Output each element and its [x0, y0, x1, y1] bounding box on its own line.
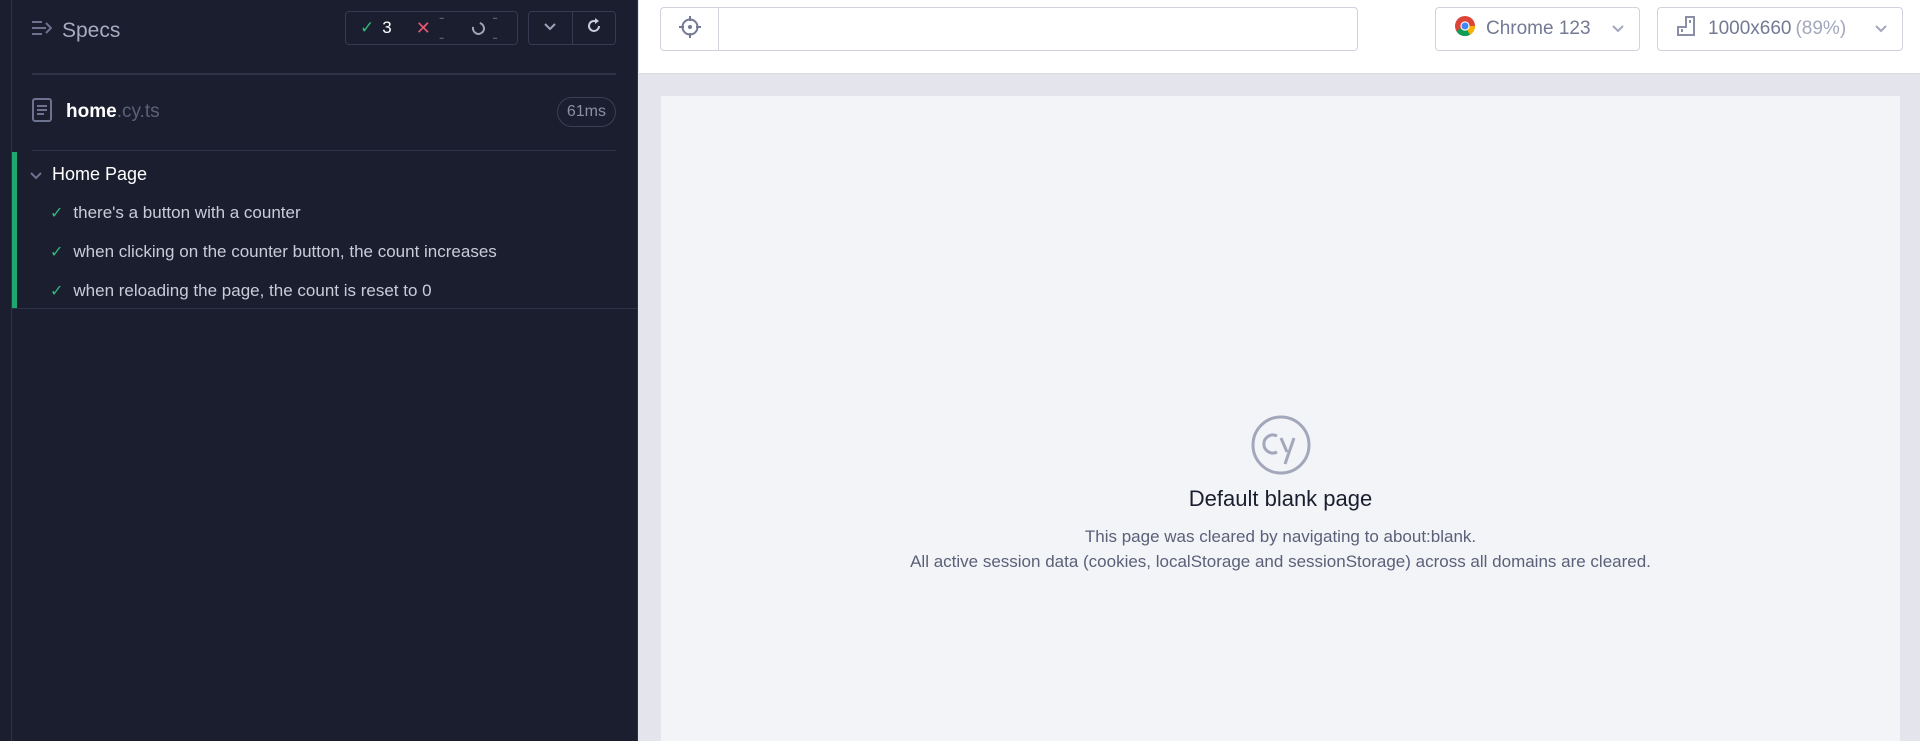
chevron-down-icon — [30, 164, 42, 185]
app-under-test-frame: Default blank page This page was cleared… — [661, 96, 1900, 741]
reporter-header: Specs ✓ 3 ✕ -- -- — [32, 0, 616, 62]
suite-title-row[interactable]: Home Page — [30, 160, 147, 188]
test-row[interactable]: ✓ there's a button with a counter — [50, 199, 301, 227]
viewport-scale: (89%) — [1795, 18, 1847, 39]
rerun-button[interactable] — [571, 12, 616, 44]
cypress-logo-icon — [1250, 414, 1312, 476]
crosshair-icon — [678, 15, 701, 43]
browser-selector[interactable]: Chrome 123 — [1435, 7, 1640, 51]
file-divider — [32, 150, 616, 151]
test-stats: ✓ 3 ✕ -- -- — [345, 8, 518, 47]
specs-list-icon — [32, 19, 53, 43]
chevron-down-icon — [1611, 18, 1625, 40]
blank-page-title: Default blank page — [1188, 486, 1373, 511]
selector-playground-button[interactable] — [661, 8, 719, 50]
suite-title: Home Page — [52, 163, 148, 184]
url-bar — [660, 7, 1358, 51]
browser-label: Chrome 123 — [1486, 18, 1591, 39]
blank-page-line-1: This page was cleared by navigating to a… — [1084, 527, 1477, 546]
spec-file-name: home — [66, 101, 117, 122]
blank-page-line-2: All active session data (cookies, localS… — [910, 552, 1651, 571]
duration-badge: 61ms — [556, 97, 616, 127]
check-icon: ✓ — [50, 244, 64, 261]
blank-page-message: Default blank page This page was cleared… — [661, 414, 1900, 574]
passed-count: 3 — [382, 18, 392, 37]
pending-count: -- — [492, 8, 498, 47]
test-row[interactable]: ✓ when reloading the page, the count is … — [50, 277, 432, 305]
reporter-panel: Specs ✓ 3 ✕ -- -- home .cy.ts 61ms Home … — [0, 0, 638, 741]
spec-file-ext: .cy.ts — [116, 101, 160, 122]
header-divider — [32, 73, 616, 75]
chevron-down-icon — [1874, 18, 1888, 40]
suite-pass-bar — [12, 152, 17, 308]
viewport-selector[interactable]: 1000x660 (89%) — [1657, 7, 1903, 51]
specs-label: Specs — [62, 19, 121, 42]
side-strip — [0, 0, 12, 741]
aut-toolbar: Chrome 123 1000x660 (89%) — [639, 0, 1920, 74]
test-title: when clicking on the counter button, the… — [73, 242, 497, 261]
check-icon: ✓ — [50, 283, 64, 300]
chrome-icon — [1454, 15, 1476, 43]
viewport-size: 1000x660 — [1708, 18, 1792, 39]
url-input[interactable] — [719, 8, 1357, 50]
chevron-down-icon — [543, 19, 557, 37]
x-icon: ✕ — [415, 17, 431, 38]
specs-toggle-button[interactable]: Specs — [32, 17, 120, 45]
test-title: when reloading the page, the count is re… — [73, 281, 432, 300]
document-icon — [32, 97, 52, 127]
check-icon: ✓ — [50, 205, 64, 222]
test-title: there's a button with a counter — [73, 203, 301, 222]
ruler-icon — [1676, 15, 1698, 43]
check-icon: ✓ — [360, 18, 375, 37]
refresh-icon — [585, 17, 603, 40]
failed-count: -- — [438, 8, 445, 47]
collapse-all-button[interactable] — [529, 12, 572, 44]
reporter-controls — [528, 11, 616, 45]
pending-icon — [469, 19, 487, 37]
test-row[interactable]: ✓ when clicking on the counter button, t… — [50, 238, 497, 266]
spec-file-header[interactable]: home .cy.ts 61ms — [32, 92, 616, 132]
suite-block: Home Page ✓ there's a button with a coun… — [12, 152, 638, 309]
